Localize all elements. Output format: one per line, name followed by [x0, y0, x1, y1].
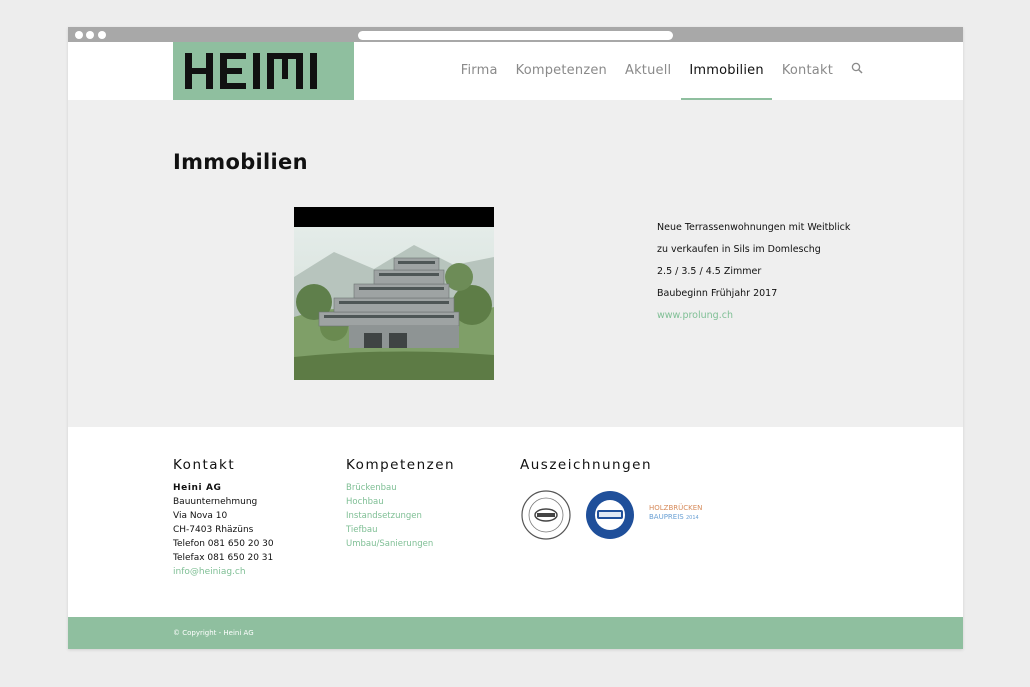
award-line2-text: BAUPREIS — [649, 513, 684, 521]
footer-kompetenzen-title: Kompetenzen — [346, 457, 456, 473]
site-header: Firma Kompetenzen Aktuell Immobilien Kon… — [68, 42, 963, 100]
browser-chrome — [68, 27, 963, 42]
award-line1: HOLZBRÜCKEN — [649, 504, 703, 512]
sqs-seal-icon — [521, 490, 571, 540]
kompetenz-link[interactable]: Hochbau — [346, 495, 433, 509]
award-year: 2014 — [685, 515, 699, 521]
site-footer: Kontakt Heini AG Bauunternehmung Via Nov… — [68, 427, 963, 617]
window-maximize-dot[interactable] — [98, 31, 106, 39]
logo-mark — [185, 53, 317, 89]
kompetenz-link[interactable]: Brückenbau — [346, 481, 433, 495]
property-line: zu verkaufen in Sils im Domleschg — [657, 244, 821, 255]
contact-line: Telefon 081 650 20 30 — [173, 539, 274, 549]
holzbruecken-award: HOLZBRÜCKEN BAUPREIS 2014 — [649, 504, 702, 523]
kompetenz-link[interactable]: Tiefbau — [346, 523, 433, 537]
copyright-text: © Copyright - Heini AG — [173, 629, 254, 637]
email-link[interactable]: info@heiniag.ch — [173, 565, 274, 579]
kompetenz-link[interactable]: Umbau/Sanierungen — [346, 537, 433, 551]
company-name: Heini AG — [173, 483, 222, 493]
property-link[interactable]: www.prolung.ch — [657, 305, 850, 327]
page-title: Immobilien — [173, 150, 308, 174]
contact-line: Via Nova 10 — [173, 511, 228, 521]
contact-line: Telefax 081 650 20 31 — [173, 553, 274, 563]
iqnet-seal-icon — [586, 491, 634, 539]
contact-line: CH-7403 Rhäzüns — [173, 525, 254, 535]
window-close-dot[interactable] — [75, 31, 83, 39]
kompetenz-link[interactable]: Instandsetzungen — [346, 509, 433, 523]
award-line2: BAUPREIS 2014 — [649, 513, 702, 523]
browser-window: Firma Kompetenzen Aktuell Immobilien Kon… — [68, 27, 963, 649]
main-nav: Firma Kompetenzen Aktuell Immobilien Kon… — [443, 42, 863, 100]
footer-kompetenzen-list: Brückenbau Hochbau Instandsetzungen Tief… — [346, 481, 433, 551]
search-icon[interactable] — [851, 62, 863, 74]
address-bar[interactable] — [358, 31, 673, 40]
property-line: 2.5 / 3.5 / 4.5 Zimmer — [657, 266, 762, 277]
heini-logo[interactable] — [173, 42, 354, 100]
building-photo-icon — [294, 207, 494, 380]
window-minimize-dot[interactable] — [86, 31, 94, 39]
nav-item-kompetenzen[interactable]: Kompetenzen — [516, 42, 607, 100]
footer-kontakt: Heini AG Bauunternehmung Via Nova 10 CH-… — [173, 481, 274, 579]
nav-item-immobilien[interactable]: Immobilien — [681, 42, 773, 100]
footer-auszeichnungen-title: Auszeichnungen — [520, 457, 653, 473]
property-info: Neue Terrassenwohnungen mit Weitblick zu… — [657, 217, 850, 327]
footer-kontakt-title: Kontakt — [173, 457, 236, 473]
property-line: Neue Terrassenwohnungen mit Weitblick — [657, 222, 851, 233]
nav-item-firma[interactable]: Firma — [461, 42, 498, 100]
main-content: Immobilien Neue Terrassenwohnungen mit W… — [68, 100, 963, 427]
contact-line: Bauunternehmung — [173, 497, 258, 507]
nav-item-kontakt[interactable]: Kontakt — [782, 42, 833, 100]
copyright-bar: © Copyright - Heini AG — [68, 617, 963, 649]
nav-item-aktuell[interactable]: Aktuell — [625, 42, 671, 100]
property-image[interactable] — [294, 207, 494, 380]
property-line: Baubeginn Frühjahr 2017 — [657, 288, 778, 299]
